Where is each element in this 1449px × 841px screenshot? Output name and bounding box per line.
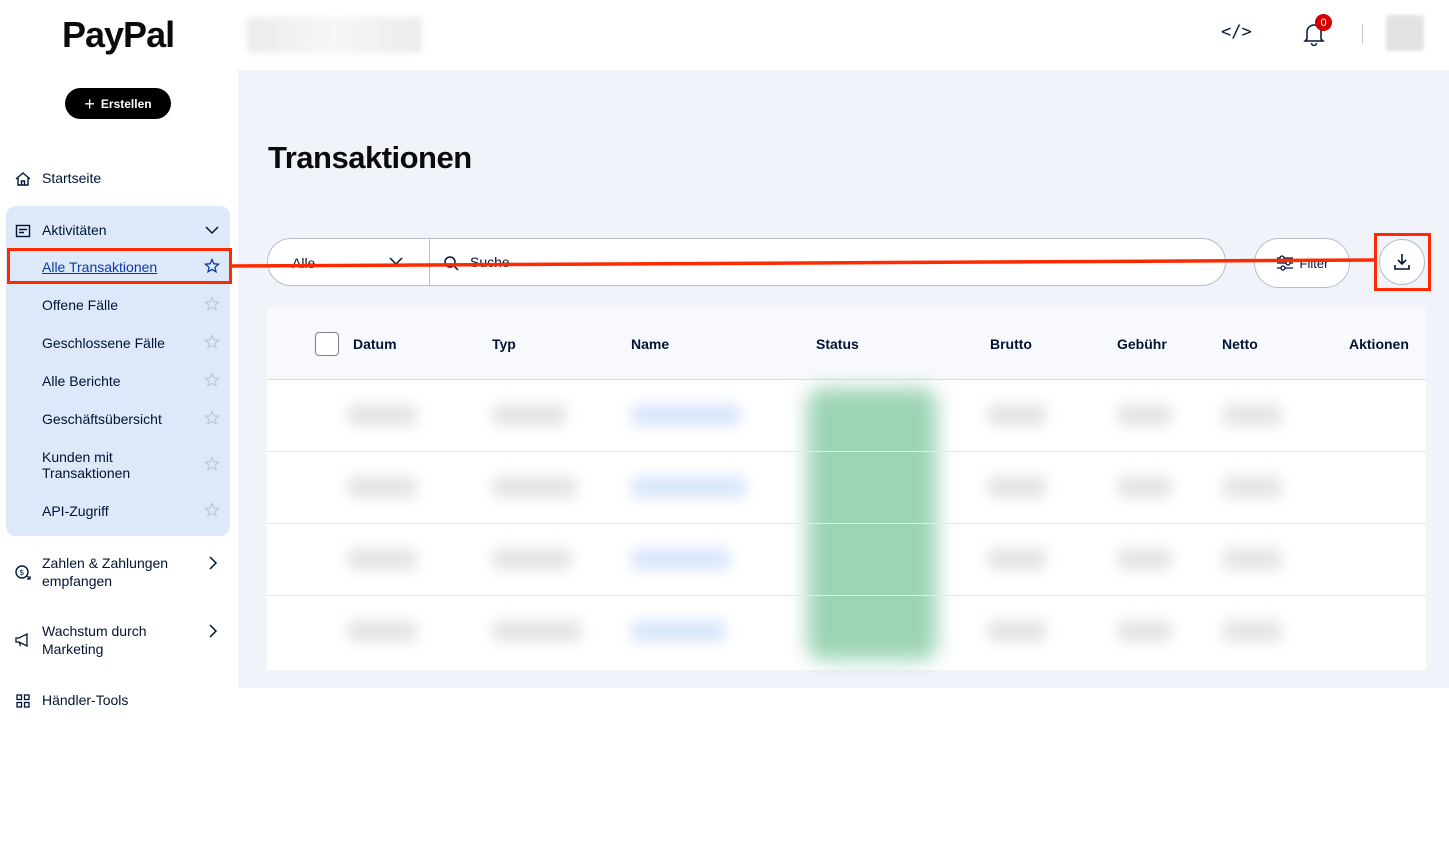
sidebar-subitem-offene-faelle[interactable]: Offene Fälle <box>42 297 118 313</box>
sidebar-subitem-label-line1: Kunden mit <box>42 449 113 465</box>
table-row[interactable] <box>267 452 1426 524</box>
sidebar: PayPal + Erstellen Startseite Aktivitäte… <box>0 0 238 841</box>
megaphone-icon <box>14 631 32 649</box>
column-header-datum[interactable]: Datum <box>353 336 397 352</box>
table-row[interactable] <box>267 380 1426 452</box>
sliders-icon <box>1276 255 1293 271</box>
column-header-status[interactable]: Status <box>816 336 859 352</box>
star-icon[interactable] <box>204 334 220 350</box>
search-icon <box>444 256 459 271</box>
search-input[interactable] <box>470 249 1170 275</box>
select-all-checkbox[interactable] <box>315 332 339 356</box>
sidebar-item-haendler-tools[interactable]: Händler-Tools <box>14 692 128 710</box>
annotation-highlight-alle-transaktionen <box>7 248 232 284</box>
grid-icon <box>14 692 32 710</box>
sidebar-item-wachstum[interactable]: Wachstum durch Marketing <box>14 622 147 658</box>
sidebar-subitem-label-line2: Transaktionen <box>42 465 131 481</box>
table-header: Datum Typ Name Status Brutto Gebühr Nett… <box>267 308 1426 380</box>
sidebar-item-label-line1: Zahlen & Zahlungen <box>42 555 169 571</box>
chevron-right-icon[interactable] <box>208 624 218 638</box>
type-select-value: Alle <box>292 255 316 271</box>
sidebar-item-label: Aktivitäten <box>42 222 107 238</box>
column-header-typ[interactable]: Typ <box>492 336 516 352</box>
chevron-down-icon <box>389 257 403 266</box>
star-icon[interactable] <box>204 410 220 426</box>
table-row[interactable] <box>267 524 1426 596</box>
notification-badge: 0 <box>1315 14 1332 31</box>
sidebar-item-label: Händler-Tools <box>42 692 129 708</box>
money-send-icon: $ <box>14 563 32 581</box>
table-row[interactable] <box>267 596 1426 668</box>
avatar[interactable] <box>1386 15 1424 51</box>
column-header-name[interactable]: Name <box>631 336 669 352</box>
svg-text:$: $ <box>19 568 24 577</box>
star-icon[interactable] <box>204 372 220 388</box>
column-header-brutto[interactable]: Brutto <box>990 336 1032 352</box>
home-icon <box>14 170 32 188</box>
sidebar-item-label-line1: Wachstum durch <box>42 623 147 639</box>
sidebar-subitem-geschaeftsuebersicht[interactable]: Geschäftsübersicht <box>42 411 162 427</box>
sidebar-subitem-api-zugriff[interactable]: API-Zugriff <box>42 503 109 519</box>
plus-icon: + <box>84 93 95 114</box>
filter-button-label: Filter <box>1299 255 1329 271</box>
sidebar-subitem-kunden-mit-transaktionen[interactable]: Kunden mit Transaktionen <box>42 449 130 481</box>
sidebar-subitem-geschlossene-faelle[interactable]: Geschlossene Fälle <box>42 335 165 351</box>
filter-button[interactable]: Filter <box>1254 238 1350 288</box>
chevron-down-icon[interactable] <box>205 224 219 236</box>
sidebar-item-aktivitaeten[interactable]: Aktivitäten <box>14 222 107 240</box>
blurred-account-name <box>247 17 422 53</box>
sidebar-item-zahlen[interactable]: $ Zahlen & Zahlungen empfangen <box>14 554 168 590</box>
sidebar-subitem-alle-berichte[interactable]: Alle Berichte <box>42 373 121 389</box>
activity-list-icon <box>14 222 32 240</box>
star-icon[interactable] <box>204 502 220 518</box>
code-icon[interactable]: </> <box>1221 22 1252 42</box>
sidebar-item-label: Startseite <box>42 170 102 186</box>
sidebar-item-startseite[interactable]: Startseite <box>14 170 101 188</box>
page-title: Transaktionen <box>268 140 472 175</box>
sidebar-item-label-line2: empfangen <box>42 573 113 589</box>
transactions-table: Datum Typ Name Status Brutto Gebühr Nett… <box>267 308 1426 670</box>
header-divider <box>1362 24 1363 44</box>
main-content: Transaktionen Alle Filter Datum Typ Name… <box>238 70 1449 688</box>
chevron-right-icon[interactable] <box>208 556 218 570</box>
star-icon[interactable] <box>204 296 220 312</box>
column-header-netto[interactable]: Netto <box>1222 336 1258 352</box>
column-header-aktionen[interactable]: Aktionen <box>1349 336 1409 352</box>
annotation-highlight-download <box>1374 233 1431 291</box>
top-header: </> 0 <box>238 0 1449 70</box>
create-button-label: Erstellen <box>100 96 152 111</box>
sidebar-item-label-line2: Marketing <box>42 641 104 657</box>
search-bar: Alle <box>267 238 1226 286</box>
type-select[interactable]: Alle <box>268 239 430 285</box>
create-button[interactable]: + Erstellen <box>65 88 171 119</box>
column-header-gebuehr[interactable]: Gebühr <box>1117 336 1167 352</box>
star-icon[interactable] <box>204 456 220 472</box>
paypal-logo[interactable]: PayPal <box>62 14 175 56</box>
